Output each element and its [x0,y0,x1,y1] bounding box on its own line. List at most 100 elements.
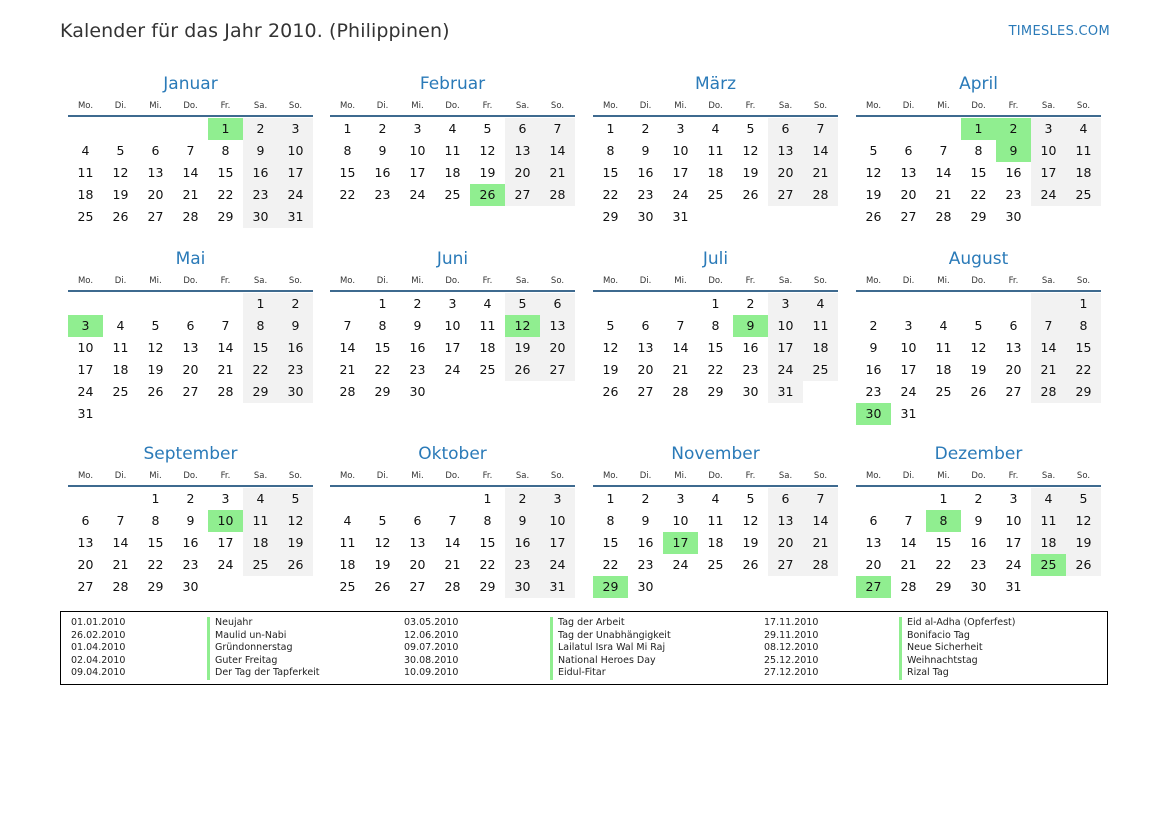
day-cell: 26 [602,384,619,399]
empty-cell [68,118,103,140]
day-cell: 24 [1005,557,1022,572]
day-cell: 5 [746,121,755,136]
day-cell: 20 [637,362,654,377]
day-cell: 15 [479,535,496,550]
weekday-header: Mo. Di. Mi. Do. Fr. Sa. So. [330,272,575,290]
empty-cell [243,576,278,598]
empty-cell [208,293,243,315]
day-cell: 20 [540,337,575,359]
header-rule [593,290,838,292]
holiday-date-column: 03.05.2010 12.06.2010 09.07.2010 30.08.2010… [404,617,458,680]
weekday-header: Mo. Di. Mi. Do. Fr. Sa. So. [593,467,838,485]
month-title: August [948,249,1009,269]
day-cell: 22 [243,359,278,381]
month-2: Februar Mo. Di. Mi. Do. Fr. Sa. So. 1 2 3 4 5 6 7 8 9 10 1… [330,72,575,206]
day-cell: 24 [217,557,234,572]
day-cell: 26 [505,359,540,381]
holiday-date: 12.06.2010 [404,629,459,641]
day-cell: 7 [448,513,457,528]
day-cell: 19 [1066,532,1101,554]
day-cell: 4 [483,296,492,311]
day-cell: 9 [378,143,387,158]
day-cell: 24 [900,384,917,399]
holiday-name: National Heroes Day [558,654,656,666]
day-cell: 5 [974,318,983,333]
empty-cell [330,488,365,510]
day-cell: 11 [1031,510,1066,532]
day-cell: 13 [637,340,654,355]
holiday-day-cell: 2 [996,118,1031,140]
header-rule [68,290,313,292]
day-cell: 4 [81,143,90,158]
day-cell: 25 [479,362,496,377]
weekday-label: So. [813,471,828,481]
day-cell: 3 [540,488,575,510]
header-rule [856,290,1101,292]
day-cell: 25 [707,557,724,572]
day-cell: 20 [768,162,803,184]
weekday-label: So. [550,471,565,481]
month-title: Juli [702,249,729,269]
empty-cell [628,293,663,315]
day-cell: 3 [676,491,685,506]
day-cell: 26 [112,209,129,224]
day-cell: 5 [483,121,492,136]
weekday-label: Di. [902,101,915,111]
day-cell: 3 [1009,491,1018,506]
day-cell: 13 [505,140,540,162]
day-cell: 30 [742,384,759,399]
day-grid: 1 2 3 4 5 6 7 8 9 10 11 12 13 14 15 16 17 18 19 20 21 22 23 24 2… [593,293,838,403]
empty-cell [365,488,400,510]
day-cell: 18 [444,165,461,180]
holiday-day-cell: 30 [856,403,891,425]
day-cell: 29 [374,384,391,399]
weekday-header: Mo. Di. Mi. Do. Fr. Sa. So. [856,272,1101,290]
day-cell: 23 [637,187,654,202]
weekday-header: Mo. Di. Mi. Do. Fr. Sa. So. [68,467,313,485]
day-cell: 20 [865,557,882,572]
day-cell: 21 [444,557,461,572]
day-cell: 15 [602,535,619,550]
holiday-date-column: 17.11.2010 29.11.2010 08.12.2010 25.12.2010… [764,617,818,680]
day-cell: 9 [505,510,540,532]
holiday-day-cell: 1 [208,118,243,140]
weekday-label: Sa. [778,276,793,286]
weekday-label: Di. [114,276,127,286]
day-cell: 7 [939,143,948,158]
holiday-date: 03.05.2010 [404,617,459,628]
day-cell: 11 [803,315,838,337]
weekday-label: Mo. [865,101,882,111]
empty-cell [768,206,803,228]
day-cell: 18 [707,165,724,180]
weekday-label: Di. [902,276,915,286]
day-cell: 19 [147,362,164,377]
empty-cell [996,293,1031,315]
day-cell: 31 [1005,579,1022,594]
empty-cell [803,381,838,403]
day-cell: 13 [147,165,164,180]
weekday-label: Mi. [674,471,687,481]
day-cell: 20 [505,162,540,184]
day-cell: 24 [444,362,461,377]
day-cell: 7 [186,143,195,158]
day-cell: 17 [768,337,803,359]
empty-cell [435,488,470,510]
day-cell: 10 [540,510,575,532]
day-cell: 11 [1066,140,1101,162]
empty-cell [1066,576,1101,598]
weekday-label: Sa. [515,471,530,481]
day-cell: 2 [746,296,755,311]
weekday-label: Mi. [149,101,162,111]
day-cell: 13 [768,510,803,532]
header-rule [68,115,313,117]
day-cell: 16 [970,535,987,550]
day-cell: 26 [1066,554,1101,576]
day-cell: 7 [343,318,352,333]
weekday-label: Di. [639,471,652,481]
empty-cell [330,293,365,315]
empty-cell [961,293,996,315]
day-cell: 8 [606,143,615,158]
day-cell: 30 [409,384,426,399]
day-cell: 11 [707,143,724,158]
day-cell: 27 [768,554,803,576]
